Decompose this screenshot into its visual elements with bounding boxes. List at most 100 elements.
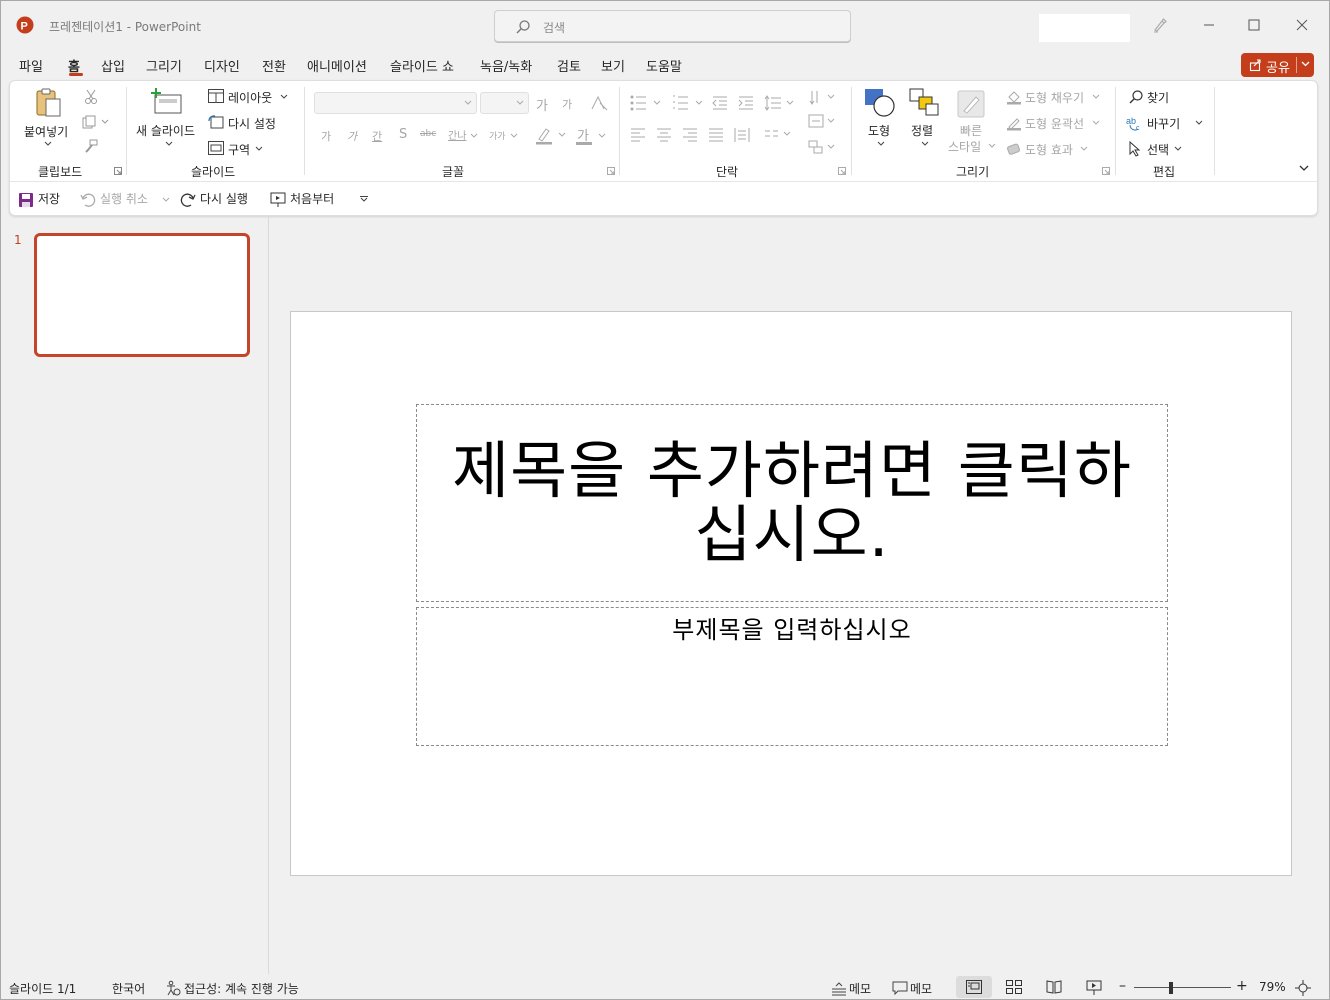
shadow-button[interactable]: S xyxy=(399,127,407,142)
collapse-ribbon-icon[interactable] xyxy=(1299,165,1309,171)
chevron-down-icon[interactable] xyxy=(255,146,263,151)
accessibility-icon[interactable] xyxy=(165,980,181,996)
subtitle-placeholder[interactable]: 부제목을 입력하십시오 xyxy=(416,607,1168,746)
new-slide-icon[interactable] xyxy=(151,87,183,117)
select-button[interactable]: 선택 xyxy=(1147,141,1169,158)
zoom-slider-thumb[interactable] xyxy=(1169,982,1173,994)
strikethrough-button[interactable]: abc xyxy=(420,129,436,139)
chevron-down-icon[interactable] xyxy=(280,94,288,99)
tab-help[interactable]: 도움말 xyxy=(646,56,682,75)
chevron-down-icon[interactable] xyxy=(1080,146,1088,151)
comments-button[interactable]: 메모 xyxy=(910,980,932,997)
tab-draw[interactable]: 그리기 xyxy=(146,56,182,75)
section-icon[interactable] xyxy=(208,141,224,155)
tab-record[interactable]: 녹음/녹화 xyxy=(480,56,532,75)
close-icon[interactable] xyxy=(1292,15,1312,35)
accessibility-status[interactable]: 접근성: 계속 진행 가능 xyxy=(184,980,299,997)
quick-styles-label-2[interactable]: 스타일 xyxy=(948,138,981,155)
fit-to-window-icon[interactable] xyxy=(1295,980,1311,996)
slideshow-view-icon[interactable] xyxy=(1086,980,1102,996)
account-area[interactable] xyxy=(1039,14,1130,42)
search-box[interactable]: 검색 xyxy=(494,10,851,42)
tab-file[interactable]: 파일 xyxy=(19,56,43,75)
highlight-icon[interactable] xyxy=(535,125,571,145)
align-right-icon[interactable] xyxy=(682,128,698,142)
tab-insert[interactable]: 삽입 xyxy=(101,56,125,75)
character-spacing-button[interactable]: 간나 xyxy=(448,127,466,142)
bold-button[interactable]: 가 xyxy=(321,128,331,144)
shape-effects-button[interactable]: 도형 효과 xyxy=(1025,141,1073,158)
chevron-down-icon[interactable] xyxy=(162,197,170,202)
replace-icon[interactable]: ab c xyxy=(1126,115,1144,131)
tab-design[interactable]: 디자인 xyxy=(204,56,240,75)
find-button[interactable]: 찾기 xyxy=(1147,89,1169,106)
language-indicator[interactable]: 한국어 xyxy=(112,980,145,997)
copy-icon[interactable] xyxy=(82,115,110,129)
arrange-button[interactable]: 정렬 xyxy=(911,122,933,139)
clear-formatting-icon[interactable] xyxy=(590,95,608,111)
start-from-beginning-icon[interactable] xyxy=(270,192,286,208)
zoom-in-button[interactable]: + xyxy=(1236,978,1248,994)
notes-button[interactable]: 메모 xyxy=(849,980,871,997)
shape-outline-icon[interactable] xyxy=(1006,115,1022,131)
chevron-down-icon[interactable] xyxy=(1301,61,1310,67)
comments-icon[interactable] xyxy=(892,980,908,996)
chevron-down-icon[interactable] xyxy=(44,141,52,146)
section-button[interactable]: 구역 xyxy=(228,141,250,158)
quick-styles-icon[interactable] xyxy=(956,89,988,119)
increase-indent-icon[interactable] xyxy=(738,95,754,111)
italic-button[interactable]: 가 xyxy=(347,128,357,144)
bullets-icon[interactable] xyxy=(630,95,666,111)
redo-button[interactable]: 다시 실행 xyxy=(200,190,248,207)
designer-pen-icon[interactable] xyxy=(1151,16,1169,34)
format-painter-icon[interactable] xyxy=(84,139,98,153)
zoom-out-button[interactable]: – xyxy=(1119,978,1126,994)
dialog-launcher-icon[interactable] xyxy=(1102,167,1110,175)
chevron-down-icon[interactable] xyxy=(1174,146,1182,151)
numbering-icon[interactable] xyxy=(672,95,708,111)
distributed-icon[interactable] xyxy=(734,127,750,143)
chevron-down-icon[interactable] xyxy=(877,141,885,146)
slide-canvas[interactable]: 제목을 추가하려면 클릭하십시오. 부제목을 입력하십시오 xyxy=(290,311,1292,876)
save-icon[interactable] xyxy=(18,192,34,208)
zoom-slider-track[interactable] xyxy=(1134,987,1231,988)
chevron-down-icon[interactable] xyxy=(510,133,518,138)
columns-icon[interactable] xyxy=(764,128,794,142)
chevron-down-icon[interactable] xyxy=(598,133,606,138)
align-left-icon[interactable] xyxy=(630,128,646,142)
shape-fill-button[interactable]: 도형 채우기 xyxy=(1025,89,1084,106)
justify-icon[interactable] xyxy=(708,128,724,142)
paste-icon[interactable] xyxy=(34,87,64,119)
title-placeholder[interactable]: 제목을 추가하려면 클릭하십시오. xyxy=(416,404,1168,602)
dialog-launcher-icon[interactable] xyxy=(838,167,846,175)
tab-animations[interactable]: 애니메이션 xyxy=(307,56,367,75)
maximize-icon[interactable] xyxy=(1244,15,1264,35)
align-text-icon[interactable] xyxy=(808,113,838,129)
dialog-launcher-icon[interactable] xyxy=(607,167,615,175)
undo-button[interactable]: 실행 취소 xyxy=(100,190,148,207)
redo-icon[interactable] xyxy=(180,192,196,208)
zoom-level[interactable]: 79% xyxy=(1259,980,1286,994)
select-cursor-icon[interactable] xyxy=(1128,141,1142,157)
reset-button[interactable]: 다시 설정 xyxy=(228,115,276,132)
shape-effects-icon[interactable] xyxy=(1006,141,1022,157)
notes-icon[interactable] xyxy=(831,980,847,996)
font-size-combo[interactable] xyxy=(480,92,529,114)
arrange-icon[interactable] xyxy=(908,87,940,117)
shape-outline-button[interactable]: 도형 윤곽선 xyxy=(1025,115,1084,132)
underline-button[interactable]: 간 xyxy=(372,128,382,144)
text-direction-icon[interactable] xyxy=(808,89,838,107)
decrease-indent-icon[interactable] xyxy=(712,95,728,111)
change-case-button[interactable]: 가가 xyxy=(489,129,506,142)
shapes-button[interactable]: 도형 xyxy=(868,122,890,139)
tab-transitions[interactable]: 전환 xyxy=(262,56,286,75)
chevron-down-icon[interactable] xyxy=(165,141,173,146)
undo-icon[interactable] xyxy=(80,192,96,208)
chevron-down-icon[interactable] xyxy=(921,141,929,146)
chevron-down-icon[interactable] xyxy=(1092,94,1100,99)
quick-styles-label-1[interactable]: 빠른 xyxy=(960,122,982,139)
tab-view[interactable]: 보기 xyxy=(601,56,625,75)
tab-review[interactable]: 검토 xyxy=(557,56,581,75)
layout-icon[interactable] xyxy=(208,89,224,103)
grow-font-button[interactable]: 가 xyxy=(536,95,548,114)
